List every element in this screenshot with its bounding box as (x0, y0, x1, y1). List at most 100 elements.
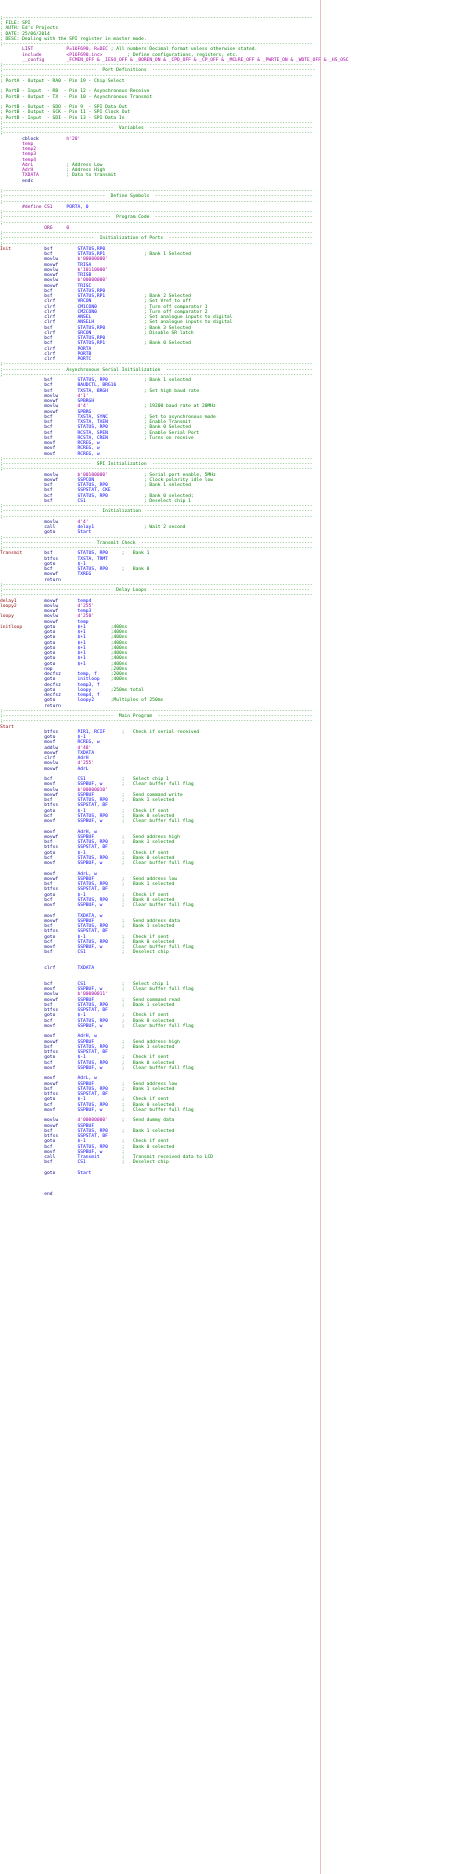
operand-token: TRISA (77, 262, 92, 268)
instruction-token: movlw (44, 257, 59, 263)
instruction-token: bsf (44, 551, 53, 557)
comment-token: ; Clear buffer full flag (102, 782, 194, 788)
literal-token: b'00000011' (77, 992, 108, 998)
code-editor[interactable]: ;---------------------------------------… (0, 0, 474, 1874)
instruction-token: movf (44, 1023, 56, 1029)
comment-token: ;---------------------------------------… (0, 131, 313, 137)
operand-token: $+1 (77, 624, 86, 630)
operand-token: SSPSTAT, BF (77, 929, 108, 935)
instruction-token: bcf (44, 288, 53, 294)
comment-token: ; Bank 1 selected (107, 1002, 175, 1008)
operand-token: RCREG, w (77, 740, 100, 746)
operand-token: ANSELH (77, 320, 95, 326)
instruction-token: movlw (44, 761, 59, 767)
instruction-token: goto (44, 934, 56, 940)
comment-token: ;---------------------------------- Port… (0, 68, 316, 74)
comment-token: ; Check if sent (85, 1097, 169, 1103)
operand-token: SSPBUF, w (77, 819, 103, 824)
operand-token: SSPBUF, w (77, 1107, 103, 1113)
instruction-token: btfss (44, 803, 59, 809)
literal-token: temp4 (22, 157, 36, 163)
comment-token: ; Define configurations, registers, etc. (102, 52, 238, 58)
code-line: end (0, 1192, 474, 1197)
directive-token: include (22, 52, 42, 58)
comment-token: ;---------------------------------------… (0, 126, 313, 131)
instruction-token: goto (44, 808, 56, 814)
literal-token: d'4' (77, 404, 89, 410)
operand-token: AdrH, w (77, 1034, 97, 1040)
operand-token: SSPBUF, w (77, 1149, 103, 1155)
comment-token: ; Clear buffer full flag (102, 1065, 194, 1071)
instruction-token: movwf (44, 750, 59, 756)
operand-token: $-1 (77, 561, 86, 567)
code-body[interactable]: ;---------------------------------------… (0, 16, 474, 1197)
label-token: Transmit (0, 551, 23, 557)
literal-token: h'20' (66, 136, 81, 142)
instruction-token: goto (44, 624, 56, 630)
operand-token: SSPBUF, w (77, 1023, 103, 1029)
comment-token: ; Bank 0 selected (107, 1060, 175, 1066)
label-token: Init (0, 246, 12, 252)
instruction-token: goto (44, 1055, 56, 1061)
comment-token: ; Bank 1 selected (107, 1128, 175, 1134)
instruction-token: addlw (44, 745, 59, 751)
operand-token: PORTA (77, 346, 92, 352)
operand-token: $-1 (77, 808, 86, 814)
instruction-token: movf (44, 1076, 56, 1082)
operand-token: STATUS, RP0 (77, 939, 108, 945)
comment-token: ;400ns (85, 640, 128, 646)
instruction-token: return (44, 703, 61, 709)
comment-token: ; Clear buffer full flag (102, 903, 194, 908)
comment-token: ; Bank 1 selected (107, 1086, 175, 1092)
operand-token: $-1 (77, 1097, 86, 1103)
operand-token: $+1 (77, 640, 86, 646)
comment-token: ; Check if sent (85, 1055, 169, 1061)
